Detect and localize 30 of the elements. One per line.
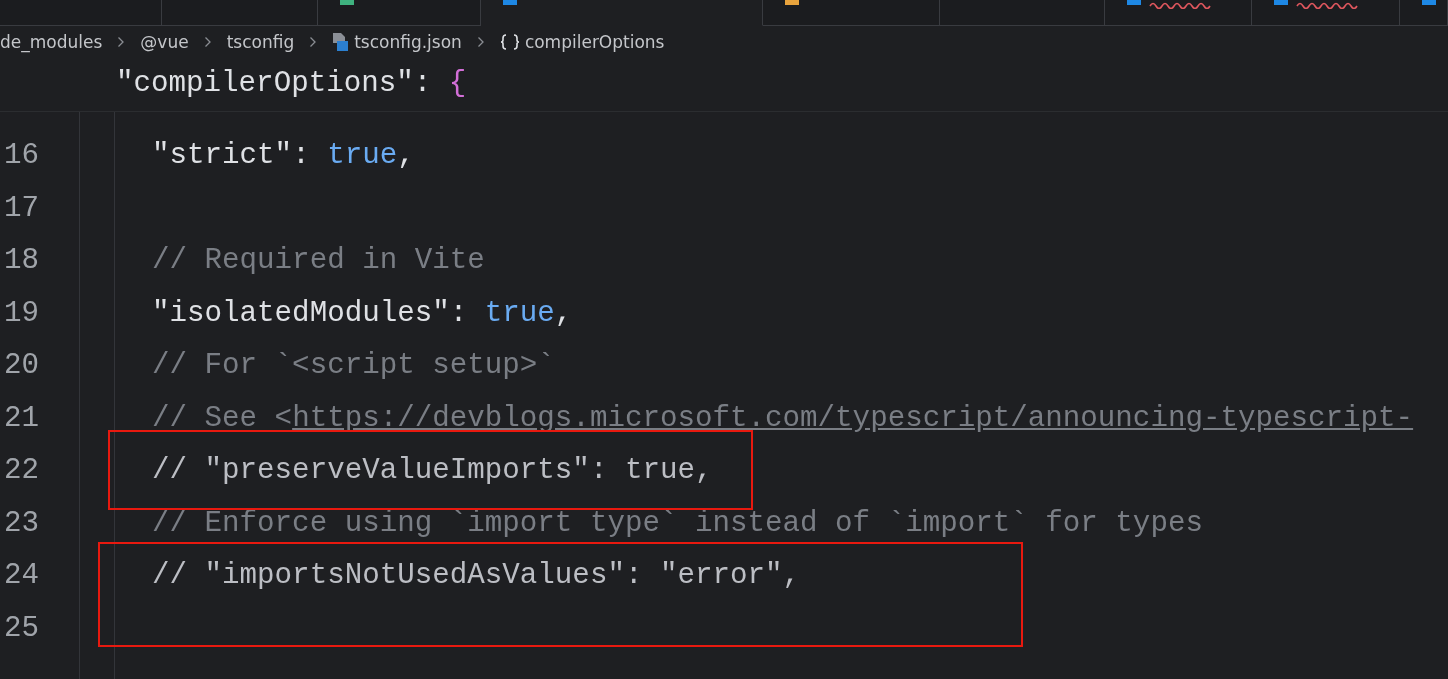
code-line: "compilerOptions": { [116, 67, 467, 100]
chevron-icon [309, 35, 318, 48]
chevron-icon [117, 35, 126, 48]
chevron-icon [203, 35, 212, 48]
line-number: 24 [3, 559, 41, 593]
breadcrumb-item[interactable]: tsconfig.json [354, 31, 462, 52]
code-line: // See <https://devblogs.microsoft.com/typescript/announcing-typescript- [152, 401, 1414, 435]
code-line: // "preserveValueImports": true, [152, 454, 713, 488]
braces-icon [499, 32, 520, 51]
code-line: // "importsNotUsedAsValues": "error", [152, 559, 801, 593]
line-number: 21 [3, 401, 41, 435]
line-number: 22 [3, 454, 41, 488]
breadcrumb-item[interactable]: compilerOptions [524, 31, 665, 52]
breadcrumb-item[interactable]: tsconfig [226, 31, 295, 52]
code-line: // For `<script setup>` [152, 349, 555, 383]
breadcrumb-item[interactable]: @vue [140, 31, 189, 52]
code-line: "strict": true, [152, 139, 415, 173]
line-number: 25 [3, 611, 41, 645]
line-number: 19 [3, 296, 41, 330]
line-number: 23 [3, 506, 41, 540]
line-number: 18 [3, 244, 41, 278]
code-line: // Required in Vite [152, 244, 485, 278]
line-number: 20 [3, 349, 41, 383]
line-number: 16 [3, 139, 41, 173]
file-icon [332, 31, 350, 52]
line-number: 17 [3, 191, 41, 225]
code-line: "isolatedModules": true, [152, 296, 573, 330]
code-line: // Enforce using `import type` instead of `import` for types [152, 506, 1203, 540]
chevron-icon [476, 35, 485, 48]
breadcrumb-item[interactable]: de_modules [0, 31, 103, 52]
